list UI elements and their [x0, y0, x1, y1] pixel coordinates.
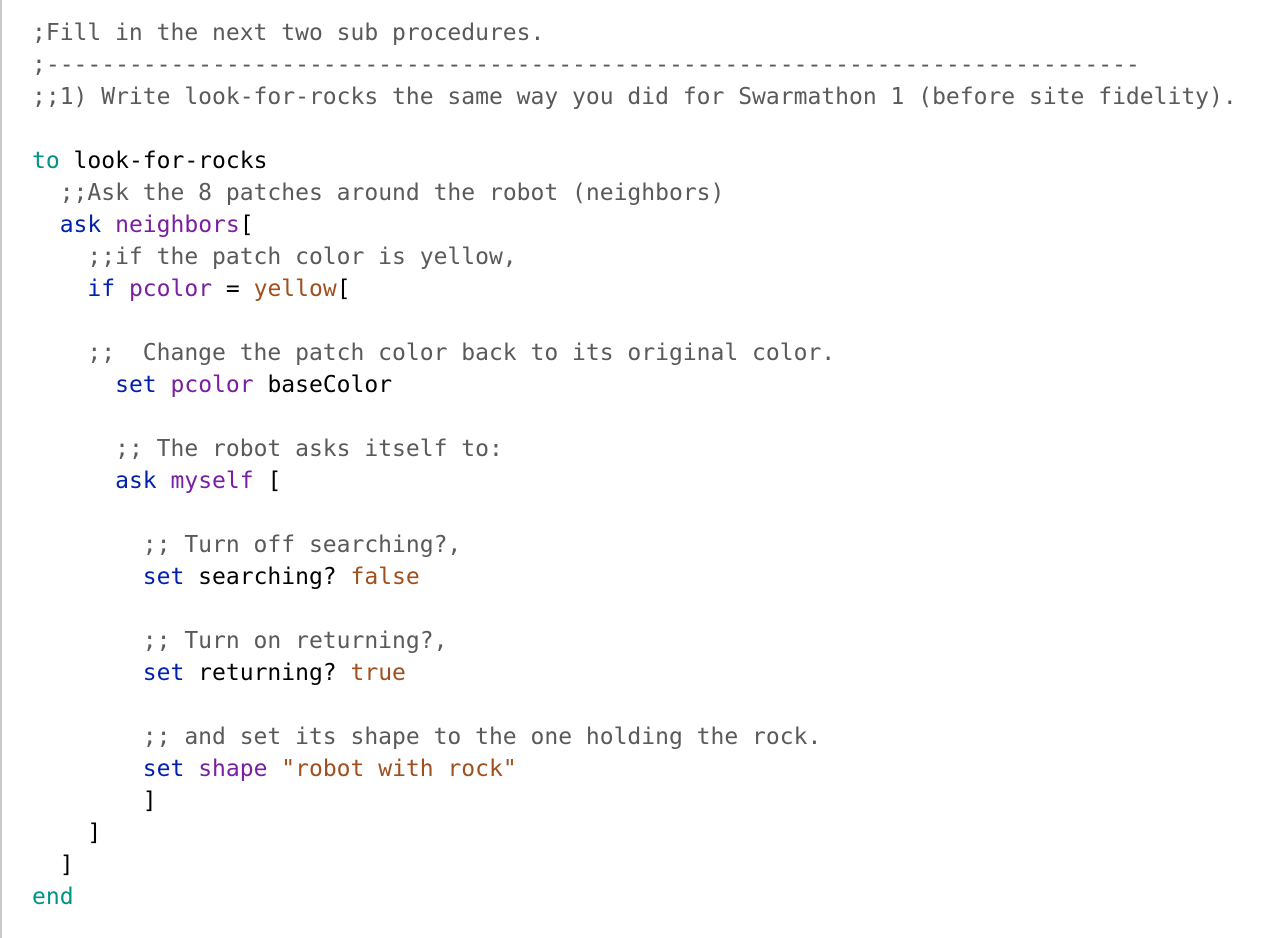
code-token-keyword: to [32, 148, 60, 174]
code-token-constant: "robot with rock" [281, 756, 517, 782]
code-token-plain: ] [32, 820, 102, 846]
code-token-reporter: pcolor [170, 372, 254, 398]
code-token-comment: ;Fill in the next two sub procedures. [32, 20, 545, 46]
code-line: ;;1) Write look-for-rocks the same way y… [32, 81, 1237, 113]
code-line: set shape "robot with rock" [32, 753, 1237, 785]
code-line: set returning? true [32, 657, 1237, 689]
code-token-comment: ;; The robot asks itself to: [115, 436, 503, 462]
code-line: ] [32, 817, 1237, 849]
code-line: ;---------------------------------------… [32, 49, 1237, 81]
code-token-comment: ;;if the patch color is yellow, [87, 244, 517, 270]
code-token-plain: ] [32, 788, 157, 814]
code-token-command: ask [59, 212, 102, 238]
code-line: ] [32, 849, 1237, 881]
code-editor[interactable]: ;Fill in the next two sub procedures. ;--… [0, 0, 1264, 938]
code-token-plain: [ [253, 468, 282, 494]
code-token-constant: false [350, 564, 420, 590]
code-token-command: set [142, 564, 185, 590]
code-line: set pcolor baseColor [32, 369, 1237, 401]
code-line: ;; Turn on returning?, [32, 625, 1237, 657]
code-token-comment: ;; Turn on returning?, [142, 628, 448, 654]
code-token-comment: ;; and set its shape to the one holding … [142, 724, 822, 750]
code-token-command: set [142, 660, 185, 686]
code-line: if pcolor = yellow[ [32, 273, 1237, 305]
code-token-comment: ;; Change the patch color back to its or… [87, 340, 836, 366]
code-line: ] [32, 785, 1237, 817]
code-token-command: set [115, 372, 157, 398]
code-token-reporter: pcolor [128, 276, 213, 302]
code-token-command: if [87, 276, 116, 302]
code-line: ask myself [ [32, 465, 1237, 497]
code-token-command: set [142, 756, 185, 782]
code-line: ;; Change the patch color back to its or… [32, 337, 1237, 369]
code-token-plain: returning? [184, 660, 351, 686]
code-token-comment: ;; Turn off searching?, [142, 532, 462, 558]
code-line: ;; The robot asks itself to: [32, 433, 1237, 465]
code-token-constant: true [350, 660, 406, 686]
code-token-keyword: end [32, 884, 74, 910]
code-token-comment: ;;Ask the 8 patches around the robot (ne… [59, 180, 725, 206]
code-token-plain: [ [336, 276, 351, 302]
code-line: end [32, 881, 1237, 913]
code-token-comment: ;---------------------------------------… [32, 52, 1140, 78]
code-line: ask neighbors[ [32, 209, 1237, 241]
code-line: ;; Turn off searching?, [32, 529, 1237, 561]
code-token-comment: ;;1) Write look-for-rocks the same way y… [32, 84, 1237, 110]
code-token-plain: [ [239, 212, 254, 238]
code-token-reporter: neighbors [115, 212, 240, 238]
code-token-plain: look-for-rocks [59, 148, 268, 174]
code-text-area[interactable]: ;Fill in the next two sub procedures. ;--… [32, 17, 1237, 913]
code-line: ;Fill in the next two sub procedures. [32, 17, 1237, 49]
code-line: ;;if the patch color is yellow, [32, 241, 1237, 273]
code-line: to look-for-rocks [32, 145, 1237, 177]
code-token-plain: searching? [184, 564, 351, 590]
code-token-plain: = [212, 276, 254, 302]
code-token-constant: yellow [253, 276, 337, 302]
code-line: ;;Ask the 8 patches around the robot (ne… [32, 177, 1237, 209]
code-token-plain: baseColor [253, 372, 393, 398]
code-token-plain: ] [32, 852, 74, 878]
code-token-reporter: myself [170, 468, 254, 494]
code-token-reporter: shape [198, 756, 268, 782]
code-token-command: ask [115, 468, 157, 494]
code-line: set searching? false [32, 561, 1237, 593]
code-line: ;; and set its shape to the one holding … [32, 721, 1237, 753]
